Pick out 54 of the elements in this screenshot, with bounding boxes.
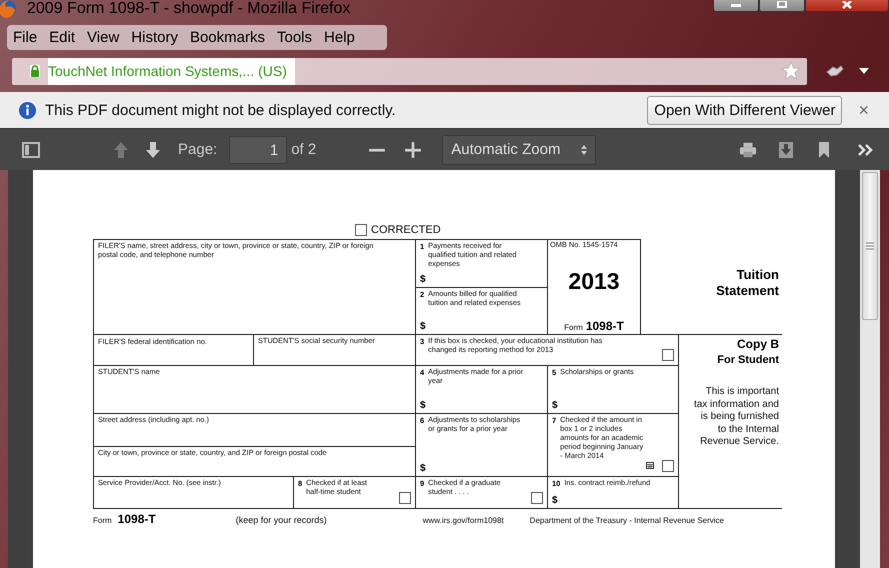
checkbox[interactable] <box>662 349 674 361</box>
copy-label: Copy B <box>737 337 779 351</box>
currency-sign: $ <box>420 400 427 411</box>
dropdown-icon[interactable] <box>859 68 869 74</box>
menu-item[interactable]: Help <box>324 29 361 46</box>
up-down-arrows-icon <box>581 144 588 154</box>
page-label: Page: <box>178 141 218 158</box>
zoom-in-icon[interactable] <box>404 140 422 158</box>
form-number: 1098-T <box>118 512 156 526</box>
form-number: 1098-T <box>586 319 624 333</box>
zoom-select[interactable]: Automatic Zoom <box>442 134 596 164</box>
open-with-viewer-button[interactable]: Open With Different Viewer <box>647 96 842 124</box>
currency-sign: $ <box>552 495 559 506</box>
irs-url: www.irs.gov/form1098t <box>422 516 504 525</box>
down-arrow-icon[interactable] <box>144 140 162 158</box>
currency-sign: $ <box>420 321 427 332</box>
form-title: Tuition Statement <box>715 267 779 300</box>
notification-message: This PDF document might not be displayed correctly. <box>45 102 396 118</box>
tax-year: 2013 <box>568 268 620 295</box>
corrected-label: CORRECTED <box>371 224 441 236</box>
site-identity: TouchNet Information Systems,... (US) <box>48 58 295 84</box>
keep-note: (keep for your records) <box>236 515 327 525</box>
menu-item[interactable]: Bookmarks <box>190 29 271 46</box>
calendar-icon <box>646 462 654 469</box>
star-icon[interactable] <box>781 61 801 81</box>
address-bar[interactable]: TouchNet Information Systems,... (US) <box>12 58 807 84</box>
menu-item[interactable]: View <box>87 29 126 46</box>
checkbox[interactable] <box>531 492 543 504</box>
form-label: Form <box>564 323 583 332</box>
window-title: 2009 Form 1098-T - showpdf - Mozilla Firefox <box>27 0 350 18</box>
menu-item[interactable]: Edit <box>49 29 82 46</box>
sidebar-toggle-icon[interactable] <box>22 140 40 158</box>
checkbox[interactable] <box>662 460 674 472</box>
currency-sign: $ <box>420 274 427 285</box>
page-number-field[interactable]: 1 <box>229 136 288 164</box>
copy-recipient: For Student <box>717 354 779 366</box>
form-label: Form <box>93 516 112 525</box>
info-icon <box>18 100 37 120</box>
checkbox[interactable] <box>399 492 411 504</box>
close-notification-button[interactable]: × <box>858 100 869 120</box>
print-icon[interactable] <box>739 140 757 158</box>
currency-sign: $ <box>552 400 559 411</box>
lock-icon <box>30 65 40 77</box>
firefox-logo-icon <box>0 0 17 19</box>
download-icon[interactable] <box>777 140 795 158</box>
checkbox[interactable] <box>355 224 367 236</box>
menu-item[interactable]: History <box>131 29 184 46</box>
notice-text: This is important tax information and is being furnished to the Internal Revenue Service. <box>693 386 779 448</box>
currency-sign: $ <box>420 463 427 474</box>
department-text: Department of the Treasury - Internal Revenue Service <box>530 516 724 525</box>
page-count: of 2 <box>291 141 316 158</box>
scrollbar-thumb[interactable] <box>862 172 878 320</box>
menu-item[interactable]: Tools <box>276 29 318 46</box>
menu-item[interactable]: File <box>13 29 44 46</box>
